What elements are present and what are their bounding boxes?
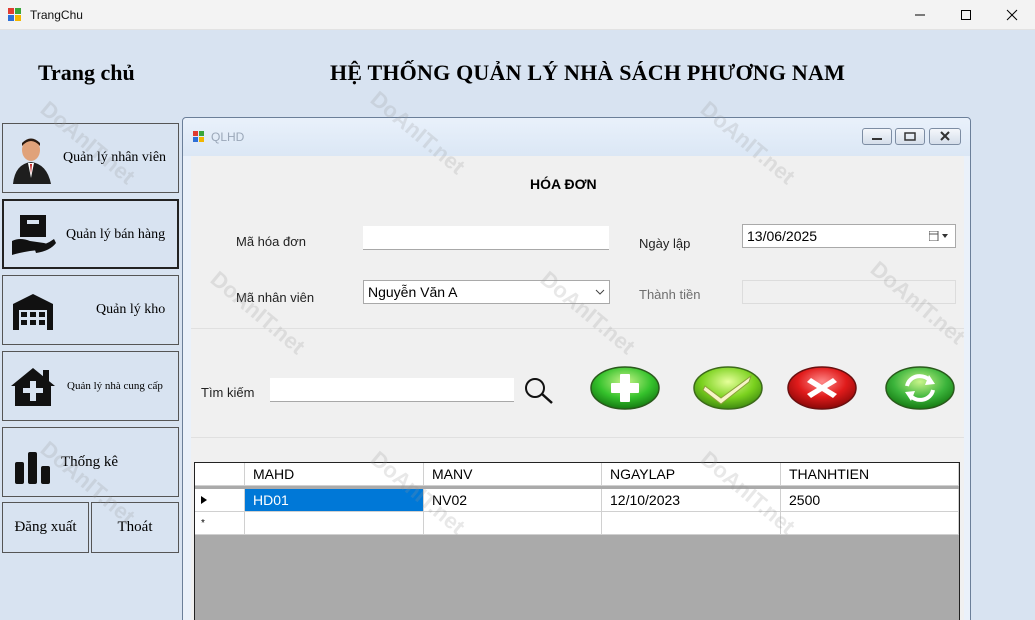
employee-id-label: Mã nhân viên <box>236 290 315 305</box>
total-output <box>742 280 956 304</box>
child-minimize-button[interactable] <box>862 128 892 145</box>
invoice-form-title: HÓA ĐƠN <box>530 176 597 192</box>
search-icon[interactable] <box>521 376 555 406</box>
menu-sales-button[interactable]: Quản lý bán hàng <box>2 199 179 269</box>
minimize-icon <box>872 138 882 140</box>
new-cell-manv[interactable] <box>424 512 602 535</box>
close-button[interactable] <box>989 0 1035 30</box>
new-row-marker: * <box>195 512 245 535</box>
date-label: Ngày lập <box>639 236 691 251</box>
maximize-button[interactable] <box>943 0 989 30</box>
employee-icon <box>13 138 51 184</box>
invoice-id-input[interactable] <box>363 226 609 250</box>
exit-button[interactable]: Thoát <box>91 502 179 553</box>
window-titlebar: TrangChu <box>0 0 1035 30</box>
cell-thanhtien[interactable]: 2500 <box>781 489 959 512</box>
search-label: Tìm kiếm <box>201 385 255 400</box>
employee-value: Nguyễn Văn A <box>368 284 458 300</box>
maximize-icon <box>961 10 971 20</box>
menu-statistics-label: Thống kê <box>61 454 119 470</box>
minimize-button[interactable] <box>897 0 943 30</box>
date-value: 13/06/2025 <box>747 228 818 244</box>
close-icon <box>940 131 950 141</box>
menu-supplier-label: Quản lý nhà cung cấp <box>67 380 163 392</box>
minimize-icon <box>915 14 925 16</box>
search-input[interactable] <box>270 378 514 402</box>
calendar-dropdown-icon <box>929 231 948 241</box>
child-titlebar: QLHD <box>183 118 970 156</box>
grid-corner <box>195 463 245 486</box>
invoice-id-label: Mã hóa đơn <box>236 234 306 249</box>
menu-statistics-button[interactable]: Thống kê <box>2 427 179 497</box>
menu-sales-label: Quản lý bán hàng <box>66 227 166 242</box>
child-title: QLHD <box>211 130 245 144</box>
table-row[interactable]: HD01 NV02 12/10/2023 2500 <box>195 489 959 512</box>
restore-icon <box>904 132 916 141</box>
chevron-down-icon <box>595 289 605 295</box>
new-cell-thanhtien[interactable] <box>781 512 959 535</box>
invoice-child-window: QLHD HÓA ĐƠN Mã hóa đơn Ngày lập 13/06/2… <box>182 117 971 620</box>
save-button[interactable] <box>693 366 763 410</box>
child-close-button[interactable] <box>929 128 961 145</box>
grid-header-row: MAHD MANV NGAYLAP THANHTIEN <box>195 463 959 486</box>
refresh-button[interactable] <box>885 366 955 410</box>
form-separator <box>191 328 964 329</box>
menu-employee-button[interactable]: Quản lý nhân viên <box>2 123 179 193</box>
column-header-manv[interactable]: MANV <box>424 463 602 486</box>
employee-select[interactable]: Nguyễn Văn A <box>363 280 610 304</box>
new-table-row[interactable]: * <box>195 512 959 535</box>
column-header-mahd[interactable]: MAHD <box>245 463 424 486</box>
logout-button[interactable]: Đăng xuất <box>2 502 89 553</box>
delete-button[interactable] <box>787 366 857 410</box>
toolbar-separator <box>191 437 964 438</box>
supplier-house-icon <box>11 368 55 406</box>
window-title: TrangChu <box>30 8 83 22</box>
bar-chart-icon <box>15 452 50 484</box>
menu-supplier-button[interactable]: Quản lý nhà cung cấp <box>2 351 179 421</box>
app-icon <box>8 8 21 21</box>
add-button[interactable] <box>590 366 660 410</box>
menu-employee-label: Quản lý nhân viên <box>63 150 167 165</box>
child-client-area: HÓA ĐƠN Mã hóa đơn Ngày lập 13/06/2025 M… <box>191 156 964 620</box>
new-cell-mahd[interactable] <box>245 512 424 535</box>
cell-manv[interactable]: NV02 <box>424 489 602 512</box>
column-header-ngaylap[interactable]: NGAYLAP <box>602 463 781 486</box>
cell-ngaylap[interactable]: 12/10/2023 <box>602 489 781 512</box>
invoice-data-grid[interactable]: MAHD MANV NGAYLAP THANHTIEN HD01 NV02 12… <box>194 462 960 620</box>
system-title: HỆ THỐNG QUẢN LÝ NHÀ SÁCH PHƯƠNG NAM <box>330 60 846 85</box>
cell-mahd[interactable]: HD01 <box>245 489 424 512</box>
menu-warehouse-button[interactable]: Quản lý kho <box>2 275 179 345</box>
current-row-arrow-icon <box>201 496 207 504</box>
menu-warehouse-label: Quản lý kho <box>96 302 166 317</box>
sales-icon <box>12 215 56 255</box>
date-picker[interactable]: 13/06/2025 <box>742 224 956 248</box>
warehouse-icon <box>13 294 53 330</box>
close-icon <box>1006 9 1018 21</box>
child-restore-button[interactable] <box>895 128 925 145</box>
column-header-thanhtien[interactable]: THANHTIEN <box>781 463 959 486</box>
child-app-icon <box>193 131 204 142</box>
new-cell-ngaylap[interactable] <box>602 512 781 535</box>
row-selector[interactable] <box>195 489 245 512</box>
home-title: Trang chủ <box>38 60 135 85</box>
total-label: Thành tiền <box>639 287 701 302</box>
